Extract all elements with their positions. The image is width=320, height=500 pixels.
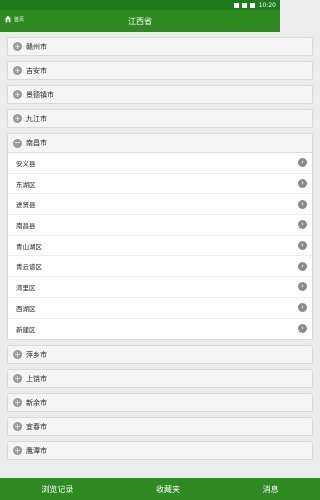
expanded-city-header[interactable]: − 南昌市 — [8, 134, 312, 153]
county-row[interactable]: 西湖区 › — [8, 298, 312, 319]
county-row[interactable]: 湾里区 › — [8, 277, 312, 298]
city-row[interactable]: + 吉安市 — [7, 61, 313, 80]
city-row[interactable]: + 宜春市 — [7, 417, 313, 437]
city-name: 萍乡市 — [26, 350, 47, 359]
expand-plus-icon: + — [13, 398, 22, 408]
county-name: 进贤县 — [16, 201, 36, 210]
city-row[interactable]: + 上饶市 — [7, 369, 313, 389]
collapse-minus-icon: − — [13, 137, 22, 148]
home-icon — [4, 15, 12, 23]
county-name: 西湖区 — [16, 304, 36, 313]
status-bar: 10:20 — [0, 0, 280, 10]
expand-plus-icon: + — [13, 114, 22, 123]
nav-messages[interactable]: 消息 — [263, 484, 279, 495]
title-bar: 首页 江西省 — [0, 10, 280, 32]
county-name: 青山湖区 — [16, 242, 42, 251]
city-name: 吉安市 — [26, 66, 47, 75]
signal-icon — [241, 2, 247, 8]
city-row[interactable]: + 景德镇市 — [7, 85, 313, 104]
nav-history[interactable]: 浏览记录 — [41, 484, 73, 495]
city-name: 新余市 — [26, 398, 47, 407]
city-row[interactable]: + 鹰潭市 — [7, 441, 313, 461]
chevron-right-icon: › — [298, 282, 307, 292]
county-name: 南昌县 — [16, 221, 36, 230]
expand-plus-icon: + — [13, 422, 22, 432]
chevron-right-icon: › — [298, 324, 307, 334]
bottom-nav: 浏览记录 收藏夹 消息 — [0, 478, 320, 500]
expand-plus-icon: + — [13, 350, 22, 360]
county-name: 安义县 — [16, 159, 36, 168]
county-row[interactable]: 进贤县 › — [8, 194, 312, 216]
status-icons — [233, 2, 255, 8]
county-row[interactable]: 新建区 › — [8, 319, 312, 340]
expand-plus-icon: + — [13, 374, 22, 384]
chevron-right-icon: › — [298, 261, 307, 271]
county-row[interactable]: 南昌县 › — [8, 215, 312, 236]
chevron-right-icon: › — [298, 220, 307, 230]
battery-icon — [249, 2, 255, 8]
city-name: 九江市 — [26, 114, 47, 123]
home-button[interactable]: 首页 — [4, 15, 24, 23]
expand-plus-icon: + — [13, 90, 22, 99]
wifi-icon — [233, 2, 239, 8]
city-row[interactable]: + 赣州市 — [7, 37, 313, 56]
expand-plus-icon: + — [13, 42, 22, 51]
city-name: 南昌市 — [26, 139, 47, 147]
chevron-right-icon: › — [298, 158, 307, 168]
chevron-right-icon: › — [298, 241, 307, 251]
city-row[interactable]: + 萍乡市 — [7, 345, 313, 365]
city-name: 上饶市 — [26, 374, 47, 383]
nav-favorites[interactable]: 收藏夹 — [156, 484, 180, 495]
city-name: 赣州市 — [26, 42, 47, 51]
county-row[interactable]: 安义县 › — [8, 153, 312, 174]
expanded-city-group: − 南昌市 安义县 › 东湖区 › 进贤县 › 南昌县 › 青山湖区 › 青云谱… — [7, 133, 313, 341]
city-list: + 赣州市 + 吉安市 + 景德镇市 + 九江市 − 南昌市 安义县 › 东湖区… — [0, 32, 320, 478]
city-row[interactable]: + 新余市 — [7, 393, 313, 413]
county-name: 青云谱区 — [16, 263, 42, 272]
chevron-right-icon: › — [298, 199, 307, 209]
status-time: 10:20 — [258, 1, 276, 9]
expand-plus-icon: + — [13, 446, 22, 456]
city-name: 鹰潭市 — [26, 446, 47, 455]
chevron-right-icon: › — [298, 303, 307, 313]
chevron-right-icon: › — [298, 179, 307, 189]
expand-plus-icon: + — [13, 66, 22, 75]
county-name: 东湖区 — [16, 180, 36, 189]
city-name: 景德镇市 — [26, 90, 54, 99]
home-label: 首页 — [14, 16, 25, 23]
city-name: 宜春市 — [26, 422, 47, 431]
county-name: 新建区 — [16, 325, 36, 334]
page-title: 江西省 — [128, 16, 152, 26]
county-row[interactable]: 东湖区 › — [8, 174, 312, 195]
county-name: 湾里区 — [16, 283, 36, 292]
county-row[interactable]: 青云谱区 › — [8, 256, 312, 278]
county-row[interactable]: 青山湖区 › — [8, 236, 312, 257]
city-row[interactable]: + 九江市 — [7, 109, 313, 128]
